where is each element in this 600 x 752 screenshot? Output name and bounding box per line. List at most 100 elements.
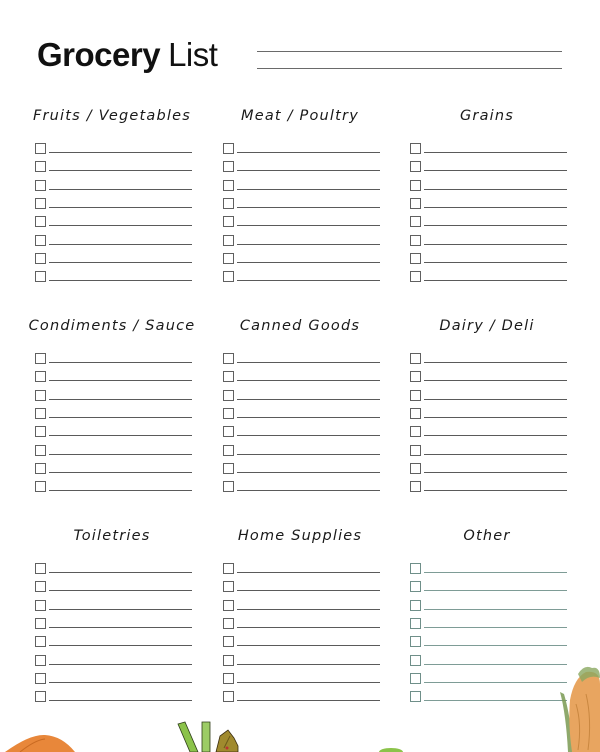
- checkbox[interactable]: [223, 216, 234, 228]
- write-in-line[interactable]: [237, 398, 380, 400]
- write-in-line[interactable]: [49, 681, 192, 683]
- checkbox[interactable]: [410, 179, 421, 191]
- checkbox[interactable]: [223, 271, 234, 283]
- write-in-line[interactable]: [49, 435, 192, 437]
- checkbox[interactable]: [35, 426, 46, 438]
- write-in-line[interactable]: [237, 225, 380, 227]
- write-in-line[interactable]: [424, 663, 567, 665]
- checkbox[interactable]: [410, 599, 421, 611]
- write-in-line[interactable]: [424, 700, 567, 702]
- write-in-line[interactable]: [237, 645, 380, 647]
- checkbox[interactable]: [410, 353, 421, 364]
- write-in-line[interactable]: [424, 261, 567, 263]
- checkbox[interactable]: [223, 161, 234, 173]
- write-in-line[interactable]: [424, 645, 567, 647]
- write-in-line[interactable]: [49, 626, 192, 629]
- checkbox[interactable]: [223, 691, 234, 703]
- checkbox[interactable]: [35, 389, 46, 401]
- checkbox[interactable]: [223, 462, 234, 474]
- checkbox[interactable]: [35, 143, 46, 154]
- write-in-line[interactable]: [49, 261, 192, 263]
- write-in-line[interactable]: [49, 490, 192, 492]
- checkbox[interactable]: [410, 252, 421, 264]
- checkbox[interactable]: [35, 599, 46, 611]
- checkbox[interactable]: [35, 407, 46, 419]
- write-in-line[interactable]: [49, 663, 192, 665]
- checkbox[interactable]: [35, 481, 46, 493]
- checkbox[interactable]: [223, 444, 234, 456]
- checkbox[interactable]: [35, 617, 46, 629]
- checkbox[interactable]: [35, 636, 46, 648]
- write-in-line[interactable]: [49, 380, 192, 382]
- write-in-line[interactable]: [424, 206, 567, 209]
- write-in-line[interactable]: [237, 206, 380, 209]
- write-in-line[interactable]: [237, 170, 380, 172]
- checkbox[interactable]: [35, 216, 46, 228]
- write-in-line[interactable]: [424, 280, 567, 282]
- checkbox[interactable]: [35, 444, 46, 456]
- checkbox[interactable]: [223, 617, 234, 629]
- write-in-line[interactable]: [49, 700, 192, 702]
- write-in-line[interactable]: [237, 608, 380, 610]
- checkbox[interactable]: [223, 407, 234, 419]
- write-in-line[interactable]: [424, 590, 567, 592]
- write-in-line[interactable]: [237, 626, 380, 629]
- checkbox[interactable]: [410, 462, 421, 474]
- checkbox[interactable]: [410, 197, 421, 209]
- write-in-line[interactable]: [49, 398, 192, 400]
- checkbox[interactable]: [410, 371, 421, 383]
- write-in-line[interactable]: [237, 453, 380, 455]
- write-in-line[interactable]: [49, 280, 192, 282]
- checkbox[interactable]: [223, 371, 234, 383]
- write-in-line[interactable]: [424, 435, 567, 437]
- write-in-line[interactable]: [49, 453, 192, 455]
- write-in-line[interactable]: [49, 152, 192, 154]
- write-in-line[interactable]: [49, 170, 192, 172]
- checkbox[interactable]: [223, 654, 234, 666]
- checkbox[interactable]: [35, 353, 46, 364]
- checkbox[interactable]: [223, 353, 234, 364]
- write-in-line[interactable]: [424, 626, 567, 629]
- checkbox[interactable]: [35, 672, 46, 684]
- checkbox[interactable]: [223, 636, 234, 648]
- write-in-line[interactable]: [237, 681, 380, 683]
- checkbox[interactable]: [223, 581, 234, 593]
- write-in-line[interactable]: [237, 152, 380, 154]
- write-in-line[interactable]: [49, 471, 192, 473]
- checkbox[interactable]: [223, 234, 234, 246]
- write-in-line[interactable]: [49, 645, 192, 647]
- write-in-line[interactable]: [424, 170, 567, 172]
- checkbox[interactable]: [410, 691, 421, 703]
- checkbox[interactable]: [35, 691, 46, 703]
- write-in-line[interactable]: [237, 435, 380, 437]
- write-in-line[interactable]: [424, 362, 567, 364]
- checkbox[interactable]: [35, 462, 46, 474]
- checkbox[interactable]: [223, 197, 234, 209]
- write-in-line[interactable]: [49, 608, 192, 610]
- checkbox[interactable]: [410, 672, 421, 684]
- checkbox[interactable]: [410, 389, 421, 401]
- title-write-line-2[interactable]: [257, 68, 562, 69]
- checkbox[interactable]: [410, 617, 421, 629]
- write-in-line[interactable]: [49, 243, 192, 245]
- write-in-line[interactable]: [237, 471, 380, 473]
- checkbox[interactable]: [35, 161, 46, 173]
- write-in-line[interactable]: [237, 663, 380, 665]
- checkbox[interactable]: [410, 444, 421, 456]
- checkbox[interactable]: [35, 271, 46, 283]
- write-in-line[interactable]: [424, 608, 567, 610]
- checkbox[interactable]: [35, 234, 46, 246]
- write-in-line[interactable]: [424, 490, 567, 492]
- checkbox[interactable]: [410, 271, 421, 283]
- write-in-line[interactable]: [237, 261, 380, 263]
- write-in-line[interactable]: [237, 416, 380, 419]
- checkbox[interactable]: [223, 672, 234, 684]
- checkbox[interactable]: [410, 563, 421, 574]
- checkbox[interactable]: [223, 143, 234, 154]
- write-in-line[interactable]: [49, 572, 192, 574]
- write-in-line[interactable]: [237, 380, 380, 382]
- checkbox[interactable]: [223, 599, 234, 611]
- write-in-line[interactable]: [424, 152, 567, 154]
- write-in-line[interactable]: [424, 681, 567, 683]
- write-in-line[interactable]: [424, 243, 567, 245]
